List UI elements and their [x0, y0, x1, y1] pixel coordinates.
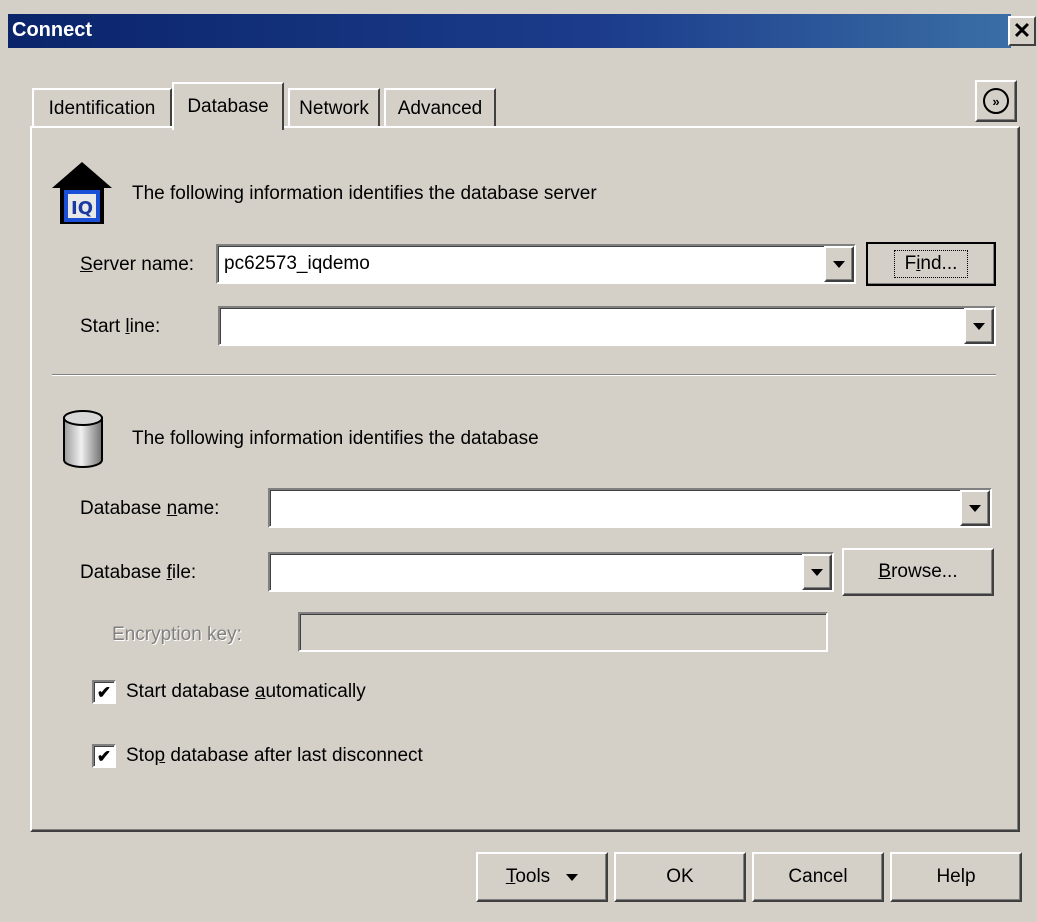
browse-button-label: Browse... [878, 561, 958, 582]
tab-identification-label: Identification [48, 98, 156, 119]
double-chevron-right-icon: » [983, 88, 1009, 114]
tab-network-label: Network [299, 98, 369, 119]
checkmark-icon: ✔ [96, 682, 112, 702]
help-button[interactable]: Help [890, 852, 1022, 902]
start-line-dropdown-button[interactable] [964, 308, 994, 344]
title-bar-strip [8, 14, 1011, 48]
tab-database[interactable]: Database [172, 82, 284, 130]
chevron-down-icon [833, 260, 845, 268]
server-house-icon: IQ [52, 162, 112, 224]
stop-database-after-disconnect-label: Stop database after last disconnect [126, 745, 423, 766]
tab-database-label: Database [187, 96, 269, 117]
database-file-label: Database file: [80, 562, 197, 583]
expand-button[interactable]: » [975, 80, 1017, 122]
server-name-combobox[interactable]: pc62573_iqdemo [216, 244, 856, 284]
find-button-label: Find... [893, 250, 969, 278]
tab-advanced-label: Advanced [397, 98, 483, 119]
chevron-down-icon [811, 568, 823, 576]
chevron-down-icon [969, 504, 981, 512]
checkmark-icon: ✔ [96, 746, 112, 766]
database-file-dropdown-button[interactable] [802, 554, 832, 590]
browse-button[interactable]: Browse... [842, 548, 994, 596]
title-bar[interactable]: Connect ✕ [0, 0, 1037, 62]
chevron-down-icon [566, 873, 579, 881]
database-name-combobox[interactable] [268, 488, 992, 528]
ok-button[interactable]: OK [614, 852, 746, 902]
tools-button[interactable]: Tools [476, 852, 608, 902]
help-button-label: Help [936, 866, 976, 887]
close-button[interactable]: ✕ [1008, 16, 1036, 46]
server-name-label: Server name: [80, 254, 195, 275]
window-title: Connect [12, 19, 92, 41]
encryption-key-input [298, 612, 828, 652]
encryption-key-label: Encryption key: [112, 624, 242, 645]
start-database-automatically-option[interactable]: ✔ Start database automatically [92, 680, 366, 704]
start-line-label: Start line: [80, 316, 161, 337]
tab-advanced[interactable]: Advanced [384, 88, 496, 128]
tab-panel-database [30, 126, 1020, 832]
section-divider [52, 374, 996, 376]
database-section-description: The following information identifies the… [132, 428, 539, 449]
tab-network[interactable]: Network [288, 88, 380, 128]
tab-identification[interactable]: Identification [32, 88, 172, 128]
chevron-down-icon [973, 322, 985, 330]
cancel-button-label: Cancel [788, 866, 848, 887]
server-section-description: The following information identifies the… [132, 183, 597, 204]
server-icon-text: IQ [71, 198, 93, 219]
tools-button-label: Tools [505, 866, 551, 887]
start-database-automatically-label: Start database automatically [126, 681, 366, 702]
stop-database-after-disconnect-option[interactable]: ✔ Stop database after last disconnect [92, 744, 423, 768]
server-name-value: pc62573_iqdemo [224, 253, 370, 274]
database-name-label: Database name: [80, 498, 220, 519]
start-database-automatically-checkbox[interactable]: ✔ [92, 680, 116, 704]
database-cylinder-icon [63, 410, 103, 468]
database-file-combobox[interactable] [268, 552, 834, 592]
server-name-dropdown-button[interactable] [824, 246, 854, 282]
ok-button-label: OK [666, 866, 694, 887]
stop-database-after-disconnect-checkbox[interactable]: ✔ [92, 744, 116, 768]
start-line-combobox[interactable] [218, 306, 996, 346]
find-button[interactable]: Find... [866, 242, 996, 286]
cancel-button[interactable]: Cancel [752, 852, 884, 902]
close-icon: ✕ [1012, 18, 1032, 43]
database-name-dropdown-button[interactable] [960, 490, 990, 526]
